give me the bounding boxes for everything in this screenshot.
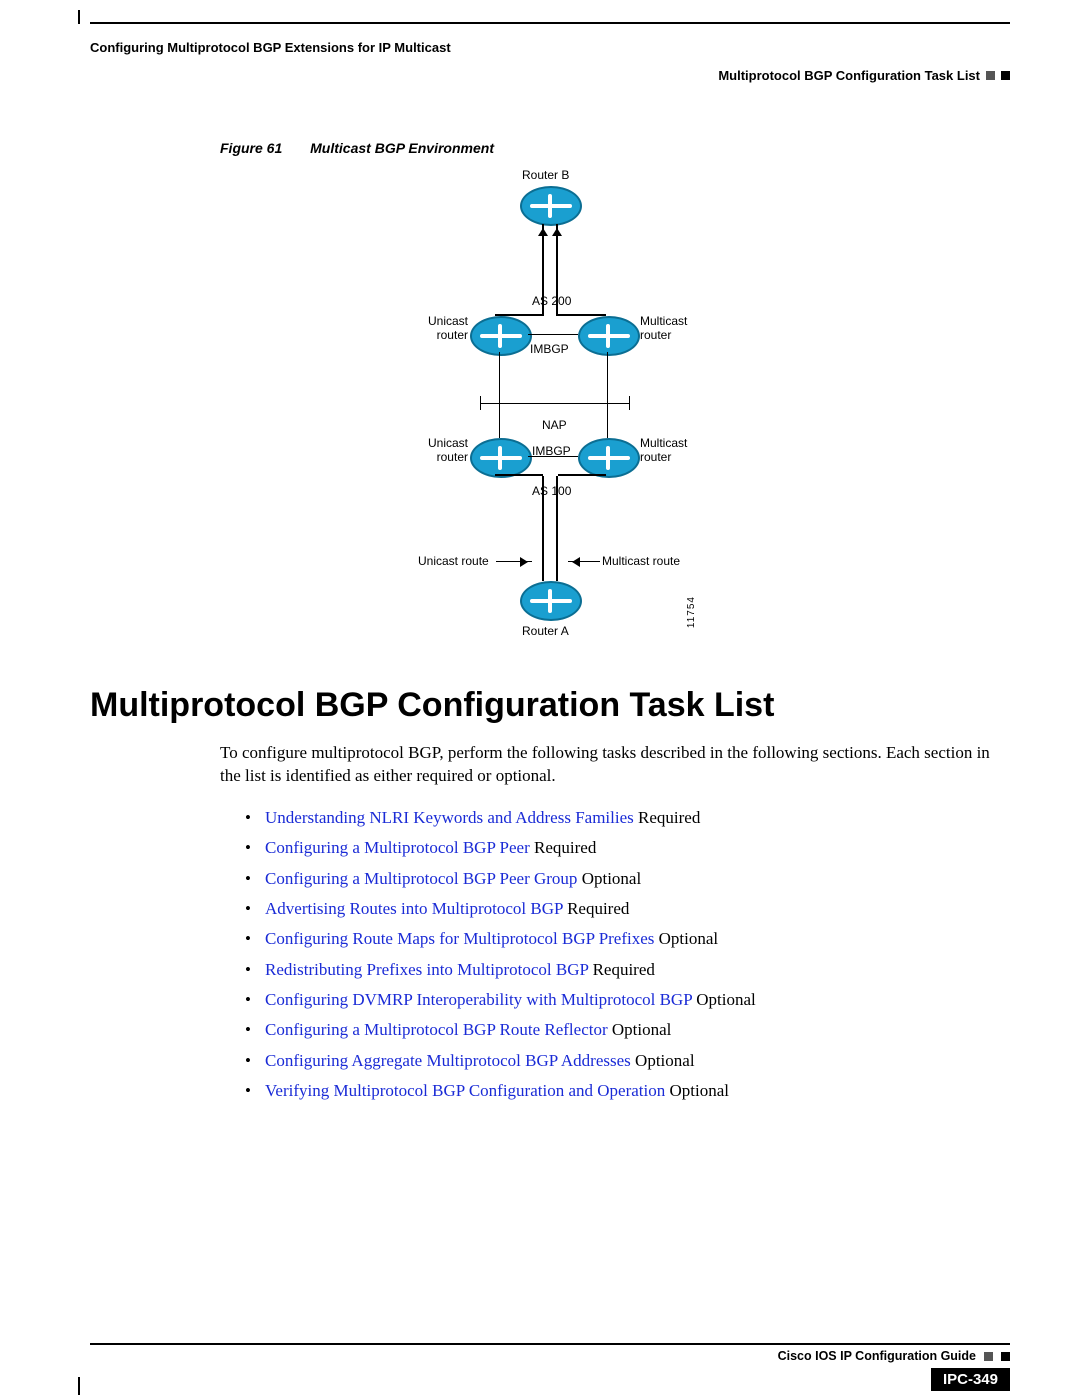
unicast-router-label: Unicast router <box>420 436 468 464</box>
xref-link[interactable]: Configuring a Multiprotocol BGP Route Re… <box>265 1020 608 1039</box>
page: Configuring Multiprotocol BGP Extensions… <box>0 0 1080 1397</box>
list-item: Configuring DVMRP Interoperability with … <box>245 987 1000 1013</box>
task-tag: Optional <box>608 1020 672 1039</box>
xref-link[interactable]: Redistributing Prefixes into Multiprotoc… <box>265 960 588 979</box>
multicast-router-label: Multicast router <box>640 436 687 464</box>
imbgp-label: IMBGP <box>530 342 569 356</box>
xref-link[interactable]: Configuring Route Maps for Multiprotocol… <box>265 929 654 948</box>
arrow-icon <box>568 561 600 562</box>
xref-link[interactable]: Understanding NLRI Keywords and Address … <box>265 808 634 827</box>
router-a-label: Router A <box>522 624 569 638</box>
arrow-icon <box>496 561 532 562</box>
router-icon <box>520 186 582 226</box>
xref-link[interactable]: Verifying Multiprotocol BGP Configuratio… <box>265 1081 665 1100</box>
router-b-label: Router B <box>522 168 569 182</box>
link-line <box>495 474 543 476</box>
footer: Cisco IOS IP Configuration Guide <box>90 1343 1010 1363</box>
link-line <box>607 352 608 438</box>
crop-mark <box>78 1377 80 1395</box>
as100-label: AS 100 <box>532 484 571 498</box>
router-icon <box>578 438 640 478</box>
xref-link[interactable]: Configuring a Multiprotocol BGP Peer Gro… <box>265 869 577 888</box>
marker-icon <box>1001 71 1010 80</box>
as200-label: AS 200 <box>532 294 571 308</box>
list-item: Advertising Routes into Multiprotocol BG… <box>245 896 1000 922</box>
task-tag: Required <box>634 808 701 827</box>
marker-icon <box>1001 1352 1010 1361</box>
section-heading: Multiprotocol BGP Configuration Task Lis… <box>90 686 1010 725</box>
link-line <box>556 224 558 316</box>
unicast-router-label: Unicast router <box>420 314 468 342</box>
list-item: Configuring a Multiprotocol BGP Peer Gro… <box>245 866 1000 892</box>
figure-id: 11754 <box>686 596 697 628</box>
link-line <box>495 314 543 316</box>
section-title-header: Multiprotocol BGP Configuration Task Lis… <box>718 68 980 83</box>
task-tag: Optional <box>577 869 641 888</box>
list-item: Understanding NLRI Keywords and Address … <box>245 805 1000 831</box>
router-icon <box>578 316 640 356</box>
task-tag: Required <box>530 838 597 857</box>
xref-link[interactable]: Configuring Aggregate Multiprotocol BGP … <box>265 1051 631 1070</box>
task-tag: Optional <box>631 1051 695 1070</box>
link-line <box>558 474 606 476</box>
link-line <box>499 352 500 438</box>
marker-icon <box>986 71 995 80</box>
figure-number: Figure 61 <box>220 140 282 156</box>
list-item: Configuring Aggregate Multiprotocol BGP … <box>245 1048 1000 1074</box>
xref-link[interactable]: Configuring a Multiprotocol BGP Peer <box>265 838 530 857</box>
running-header: Configuring Multiprotocol BGP Extensions… <box>90 32 1010 80</box>
header-right-group: Multiprotocol BGP Configuration Task Lis… <box>718 68 1010 83</box>
link-line <box>558 314 606 316</box>
list-item: Verifying Multiprotocol BGP Configuratio… <box>245 1078 1000 1104</box>
nap-label: NAP <box>542 418 567 432</box>
xref-link[interactable]: Configuring DVMRP Interoperability with … <box>265 990 692 1009</box>
router-icon <box>470 316 532 356</box>
intro-paragraph: To configure multiprotocol BGP, perform … <box>220 742 1000 788</box>
list-item: Configuring Route Maps for Multiprotocol… <box>245 926 1000 952</box>
crop-mark <box>78 10 80 24</box>
task-list: Understanding NLRI Keywords and Address … <box>245 805 1000 1104</box>
link-line <box>542 476 544 581</box>
multicast-router-label: Multicast router <box>640 314 687 342</box>
task-tag: Optional <box>692 990 756 1009</box>
unicast-route-label: Unicast route <box>418 554 489 568</box>
link-line <box>556 476 558 581</box>
link-line <box>528 456 578 457</box>
page-number: IPC-349 <box>931 1368 1010 1391</box>
list-item: Configuring a Multiprotocol BGP Peer Req… <box>245 835 1000 861</box>
nap-tick <box>480 396 481 410</box>
router-icon <box>520 581 582 621</box>
chapter-title: Configuring Multiprotocol BGP Extensions… <box>90 40 451 55</box>
task-tag: Required <box>563 899 630 918</box>
figure-diagram: Router B Unicast router Multicast router… <box>290 166 810 656</box>
router-icon <box>470 438 532 478</box>
header-rule <box>90 22 1010 24</box>
xref-link[interactable]: Advertising Routes into Multiprotocol BG… <box>265 899 563 918</box>
nap-tick <box>629 396 630 410</box>
link-line <box>542 224 544 316</box>
multicast-route-label: Multicast route <box>602 554 680 568</box>
link-line <box>528 334 578 335</box>
list-item: Redistributing Prefixes into Multiprotoc… <box>245 957 1000 983</box>
marker-icon <box>984 1352 993 1361</box>
task-tag: Optional <box>654 929 718 948</box>
figure-caption: Figure 61 Multicast BGP Environment <box>220 140 1010 156</box>
figure-title: Multicast BGP Environment <box>310 140 494 156</box>
footer-guide: Cisco IOS IP Configuration Guide <box>778 1349 976 1363</box>
task-tag: Optional <box>665 1081 729 1100</box>
task-tag: Required <box>588 960 655 979</box>
list-item: Configuring a Multiprotocol BGP Route Re… <box>245 1017 1000 1043</box>
